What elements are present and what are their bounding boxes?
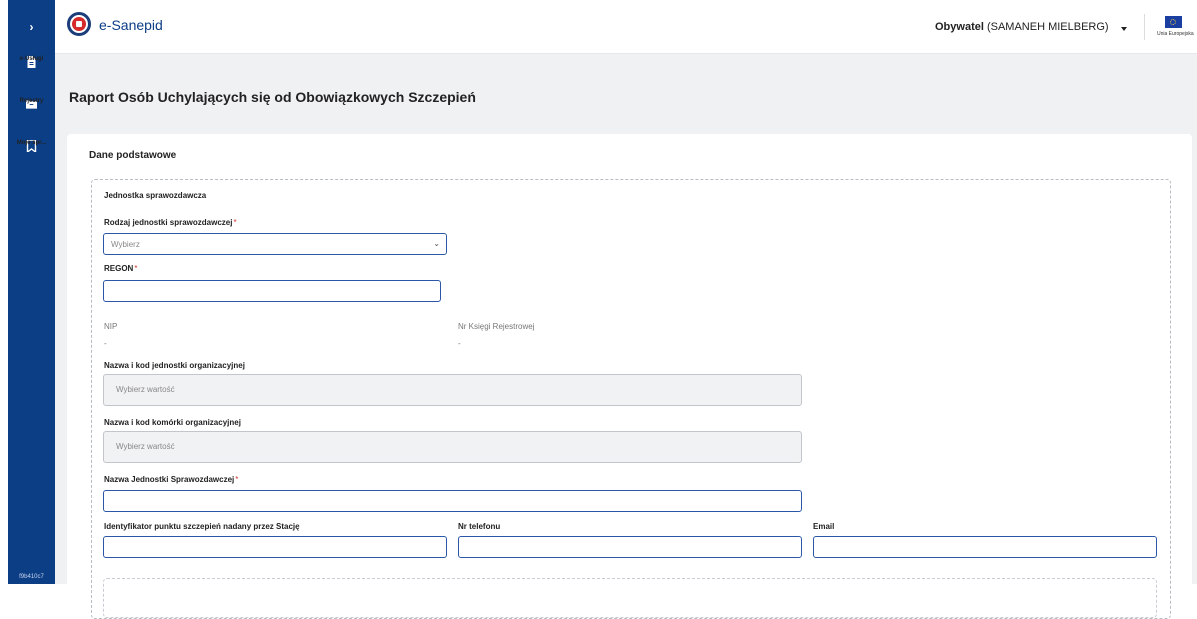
sidebar-item-e-uslugi[interactable]: e-Usługi [8,54,55,96]
org-cell-label: Nazwa i kod komórki organizacyjnej [104,418,241,427]
user-menu[interactable]: Obywatel (SAMANEH MIELBERG) [935,21,1109,33]
nip-value: - [104,339,107,348]
regon-label: REGON* [104,264,137,273]
org-unit-placeholder: Wybierz wartość [116,385,175,394]
eu-logo: Unia Europejska [1157,16,1189,37]
nip-label: NIP [104,322,117,331]
eu-flag-icon [1165,16,1182,28]
ksiega-value: - [458,339,461,348]
required-mark: * [235,475,238,484]
chevron-right-icon: › [30,20,34,34]
unit-type-label-text: Rodzaj jednostki sprawozdawczej [104,218,232,227]
eu-caption: Unia Europejska [1157,31,1189,37]
org-unit-label: Nazwa i kod jednostki organizacyjnej [104,361,245,370]
ksiega-label: Nr Księgi Rejestrowej [458,322,534,331]
chevron-down-icon: ⌄ [433,239,440,248]
regon-label-text: REGON [104,264,133,273]
sidebar-toggle-button[interactable]: › [8,0,55,54]
unit-type-select[interactable]: Wybierz ⌄ [103,233,447,255]
user-name: (SAMANEH MIELBERG) [987,21,1109,33]
sidebar-item-label: Moje spr... [17,140,46,146]
regon-input[interactable] [103,280,441,302]
sidebar-item-label: e-Usługi [20,56,44,62]
top-bar: e-Sanepid Obywatel (SAMANEH MIELBERG) Un… [55,0,1197,54]
main-content: Raport Osób Uchylających się od Obowiązk… [55,54,1197,584]
phone-input[interactable] [458,536,802,558]
caret-down-icon[interactable] [1121,27,1127,31]
vaccination-point-id-label: Identyfikator punktu szczepień nadany pr… [104,522,300,531]
vaccination-point-id-input[interactable] [103,536,447,558]
unit-type-label: Rodzaj jednostki sprawozdawczej* [104,218,237,227]
form-card: Dane podstawowe Jednostka sprawozdawcza … [67,134,1192,604]
user-role: Obywatel [935,21,984,33]
org-cell-select[interactable]: Wybierz wartość [103,431,802,463]
divider [1144,14,1145,40]
sidebar-item-rejestry[interactable]: Rejestry [8,96,55,138]
email-label: Email [813,522,834,531]
sidebar: › e-Usługi Rejestry Moje spr... f9b410c7 [8,0,55,584]
unit-type-selected-value: Wybierz [111,240,140,249]
app-title[interactable]: e-Sanepid [99,17,163,33]
app-version: f9b410c7 [8,574,55,580]
group-title: Jednostka sprawozdawcza [104,191,206,200]
required-mark: * [134,264,137,273]
next-fieldset [103,578,1157,618]
sanepid-logo[interactable] [67,12,91,36]
section-title: Dane podstawowe [89,150,176,161]
org-unit-select[interactable]: Wybierz wartość [103,374,802,406]
email-input[interactable] [813,536,1157,558]
required-mark: * [233,218,236,227]
phone-label: Nr telefonu [458,522,500,531]
reporting-unit-name-label: Nazwa Jednostki Sprawozdawczej* [104,475,238,484]
org-cell-placeholder: Wybierz wartość [116,442,175,451]
reporting-unit-name-input[interactable] [103,490,802,512]
page-title: Raport Osób Uchylających się od Obowiązk… [69,89,476,105]
sidebar-item-label: Rejestry [20,98,44,104]
reporting-unit-name-label-text: Nazwa Jednostki Sprawozdawczej [104,475,234,484]
sidebar-item-moje-sprawy[interactable]: Moje spr... [8,138,55,180]
reporting-unit-fieldset: Jednostka sprawozdawcza Rodzaj jednostki… [91,179,1171,619]
